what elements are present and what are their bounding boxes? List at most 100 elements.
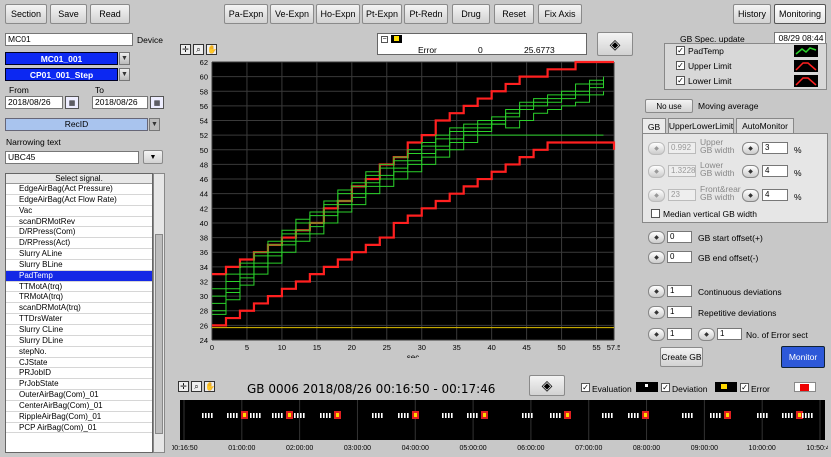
- monitor-button[interactable]: Monitor: [781, 346, 825, 368]
- deviation-checkbox[interactable]: ✓: [661, 383, 670, 392]
- section-button[interactable]: Section: [5, 4, 47, 24]
- narrowing-dropdown-icon[interactable]: ▼: [143, 150, 163, 164]
- signal-item[interactable]: Slurry ALine: [6, 249, 152, 260]
- history-button[interactable]: History: [733, 4, 771, 24]
- lower-gb-spin[interactable]: ◆: [648, 165, 665, 178]
- recid-select[interactable]: RecID: [5, 118, 148, 131]
- upper-pct-spin[interactable]: ◆: [742, 142, 759, 155]
- legend-checkbox[interactable]: ✓: [676, 76, 685, 85]
- signal-item[interactable]: PrJobState: [6, 379, 152, 391]
- signal-item[interactable]: scanDRMotA(trq): [6, 303, 152, 315]
- legend-checkbox[interactable]: ✓: [676, 61, 685, 70]
- tab-automonitor[interactable]: AutoMonitor: [736, 118, 794, 133]
- upper-gb-value[interactable]: 0.992: [668, 142, 696, 154]
- narrowing-input[interactable]: UBC45: [5, 151, 139, 164]
- from-date-input[interactable]: 2018/08/26: [5, 96, 63, 109]
- signal-item[interactable]: scanDRMotRev: [6, 217, 152, 228]
- signal-item[interactable]: D/RPress(Com): [6, 227, 152, 239]
- signal-item[interactable]: Slurry BLine: [6, 260, 152, 271]
- signal-item[interactable]: TRMotA(trq): [6, 292, 152, 304]
- step-dropdown-icon[interactable]: ▼: [119, 68, 130, 81]
- device-input[interactable]: MC01: [5, 33, 133, 46]
- recid-dropdown-icon[interactable]: ▼: [149, 118, 160, 131]
- fr-pct-value[interactable]: 4: [762, 189, 788, 201]
- fix-axis-button[interactable]: Fix Axis: [538, 4, 582, 24]
- tab-upperlowerlimit[interactable]: UpperLowerLimit: [668, 118, 734, 133]
- module-dropdown-icon[interactable]: ▼: [119, 52, 130, 65]
- signal-item[interactable]: PadTemp: [6, 270, 152, 282]
- read-button[interactable]: Read: [90, 4, 130, 24]
- drug-button[interactable]: Drug: [452, 4, 490, 24]
- signal-item[interactable]: Vac: [6, 206, 152, 217]
- signal-list[interactable]: Select signal. EdgeAirBag(Act Pressure) E…: [5, 173, 153, 453]
- error-sect-spin-b[interactable]: ◆: [698, 328, 715, 341]
- pa-expn-button[interactable]: Pa-Expn: [224, 4, 268, 24]
- legend-checkbox[interactable]: ✓: [676, 46, 685, 55]
- signal-item[interactable]: TTDrsWater: [6, 314, 152, 325]
- continuous-dev-value[interactable]: 1: [667, 285, 692, 297]
- monitoring-button[interactable]: Monitoring: [774, 4, 826, 24]
- upper-gb-spin[interactable]: ◆: [648, 142, 665, 155]
- timeline-hand-icon[interactable]: ✋: [204, 381, 215, 392]
- fr-gb-spin[interactable]: ◆: [648, 189, 665, 202]
- signal-item[interactable]: EdgeAirBag(Act Flow Rate): [6, 195, 152, 206]
- signal-item[interactable]: CJState: [6, 358, 152, 369]
- timeline-nav-pad-icon[interactable]: ◈: [529, 375, 565, 396]
- repetitive-dev-spin[interactable]: ◆: [648, 306, 665, 319]
- median-checkbox[interactable]: [651, 209, 660, 218]
- end-offset-value[interactable]: 0: [667, 251, 692, 263]
- upper-pct-value[interactable]: 3: [762, 142, 788, 154]
- pt-expn-button[interactable]: Pt-Expn: [362, 4, 402, 24]
- to-calendar-icon[interactable]: ▦: [150, 96, 164, 109]
- hand-icon[interactable]: ✋: [206, 44, 217, 55]
- error-sect-spin-a[interactable]: ◆: [648, 328, 665, 341]
- signal-item[interactable]: CenterAirBag(Com)_01: [6, 401, 152, 412]
- end-offset-spin[interactable]: ◆: [648, 251, 665, 264]
- continuous-dev-spin[interactable]: ◆: [648, 285, 665, 298]
- crosshair-icon[interactable]: ✛: [180, 44, 191, 55]
- signal-item[interactable]: EdgeAirBag(Act Pressure): [6, 184, 152, 195]
- lower-pct-spin[interactable]: ◆: [742, 165, 759, 178]
- zoom-icon[interactable]: ⌕: [193, 44, 204, 55]
- pt-redn-button[interactable]: Pt-Redn: [404, 4, 448, 24]
- lower-pct-value[interactable]: 4: [762, 165, 788, 177]
- error-sect-value-a[interactable]: 1: [667, 328, 692, 340]
- to-date-input[interactable]: 2018/08/26: [92, 96, 148, 109]
- save-button[interactable]: Save: [50, 4, 87, 24]
- start-offset-spin[interactable]: ◆: [648, 231, 665, 244]
- ve-expn-button[interactable]: Ve-Expn: [270, 4, 314, 24]
- main-chart[interactable]: 2426283032343638404244464850525456586062…: [176, 58, 620, 358]
- error-expand-icon[interactable]: −: [381, 36, 388, 43]
- timeline-crosshair-icon[interactable]: ✛: [178, 381, 189, 392]
- fr-gb-value[interactable]: 23: [668, 189, 696, 201]
- signal-item[interactable]: Slurry DLine: [6, 336, 152, 347]
- module-select[interactable]: MC01_001: [5, 52, 118, 65]
- start-offset-value[interactable]: 0: [667, 231, 692, 243]
- signal-item[interactable]: RippleAirBag(Com)_01: [6, 412, 152, 423]
- timeline-zoom-icon[interactable]: ⌕: [191, 381, 202, 392]
- signal-item[interactable]: TTMotA(trq): [6, 282, 152, 293]
- from-calendar-icon[interactable]: ▦: [65, 96, 79, 109]
- scrollbar-thumb[interactable]: [155, 234, 163, 434]
- signal-item[interactable]: PCP AirBag(Com)_01: [6, 423, 152, 434]
- step-select[interactable]: CP01_001_Step: [5, 68, 118, 81]
- tab-gb[interactable]: GB: [642, 118, 666, 134]
- moving-average-select[interactable]: No use: [645, 99, 693, 113]
- signal-item[interactable]: PRJobID: [6, 368, 152, 380]
- evaluation-checkbox[interactable]: ✓: [581, 383, 590, 392]
- signal-item[interactable]: stepNo.: [6, 347, 152, 358]
- reset-button[interactable]: Reset: [494, 4, 534, 24]
- signal-item[interactable]: OuterAirBag(Com)_01: [6, 390, 152, 401]
- nav-pad-icon[interactable]: ◈: [597, 32, 633, 56]
- signal-item[interactable]: D/RPress(Act): [6, 238, 152, 250]
- timeline-chart[interactable]: 00:16:50 01:00:00 02:00:00 03:00:00 04:00:00…: [172, 396, 828, 454]
- repetitive-dev-value[interactable]: 1: [667, 306, 692, 318]
- error-checkbox[interactable]: ✓: [740, 383, 749, 392]
- lower-gb-value[interactable]: 1.3228: [668, 165, 696, 177]
- signal-list-scrollbar[interactable]: [153, 173, 165, 453]
- fr-pct-spin[interactable]: ◆: [742, 189, 759, 202]
- create-gb-button[interactable]: Create GB: [660, 347, 703, 367]
- signal-item[interactable]: Slurry CLine: [6, 325, 152, 336]
- ho-expn-button[interactable]: Ho-Expn: [316, 4, 360, 24]
- error-sect-value-b[interactable]: 1: [717, 328, 742, 340]
